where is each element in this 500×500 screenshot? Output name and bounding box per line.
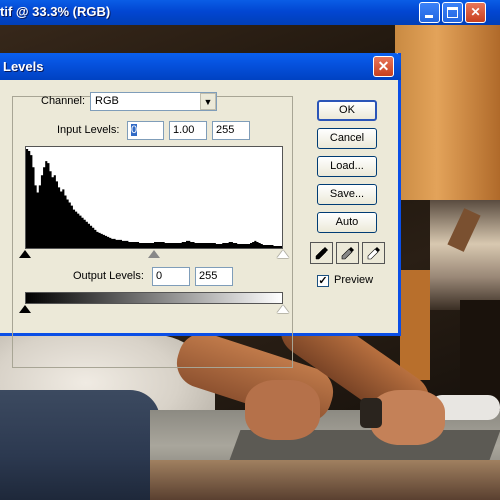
preview-label[interactable]: Preview <box>334 274 373 286</box>
output-levels-slider[interactable] <box>19 305 289 315</box>
input-white-field[interactable]: 255 <box>212 121 250 140</box>
output-levels-label: Output Levels: <box>73 270 144 282</box>
input-levels-label: Input Levels: <box>57 124 120 136</box>
input-black-field[interactable]: 0 <box>127 121 164 140</box>
white-eyedropper-button[interactable] <box>362 242 385 264</box>
cancel-button[interactable]: Cancel <box>317 128 377 149</box>
black-eyedropper-icon <box>315 247 328 260</box>
image-region <box>395 20 500 200</box>
output-white-field[interactable]: 255 <box>195 267 233 286</box>
input-black-value: 0 <box>131 124 138 136</box>
preview-checkbox[interactable]: ✓ <box>317 275 329 287</box>
input-gamma-handle[interactable] <box>148 250 160 258</box>
gray-eyedropper-button[interactable] <box>336 242 359 264</box>
document-title: tif @ 33.3% (RGB) <box>0 4 111 19</box>
output-white-value: 255 <box>199 270 218 282</box>
histogram <box>25 146 283 249</box>
auto-button[interactable]: Auto <box>317 212 377 233</box>
input-black-handle[interactable] <box>19 250 31 258</box>
input-white-handle[interactable] <box>277 250 289 258</box>
input-gamma-value: 1.00 <box>173 124 195 136</box>
maximize-icon <box>447 7 458 18</box>
output-black-value: 0 <box>156 270 163 282</box>
white-eyedropper-icon <box>367 247 380 260</box>
output-white-handle[interactable] <box>277 305 289 313</box>
output-gradient-bar <box>25 292 283 304</box>
output-black-handle[interactable] <box>19 305 31 313</box>
image-region <box>0 390 160 500</box>
image-region <box>150 460 500 500</box>
image-region <box>245 380 320 440</box>
load-button[interactable]: Load... <box>317 156 377 177</box>
close-icon: ✕ <box>470 5 481 19</box>
input-levels-slider[interactable] <box>19 250 289 260</box>
maximize-button[interactable] <box>442 2 463 23</box>
input-gamma-field[interactable]: 1.00 <box>169 121 207 140</box>
close-icon: ✕ <box>377 58 390 74</box>
close-button[interactable]: ✕ <box>465 2 486 23</box>
channel-select[interactable]: RGB ▼ <box>90 92 217 111</box>
channel-label: Channel: <box>41 95 86 107</box>
gray-eyedropper-icon <box>341 247 354 260</box>
histogram-area <box>26 149 282 248</box>
minimize-icon <box>425 15 433 18</box>
channel-value: RGB <box>95 95 119 107</box>
dialog-titlebar[interactable]: Levels ✕ <box>0 53 401 80</box>
image-region <box>360 398 382 428</box>
input-white-value: 255 <box>216 124 235 136</box>
chevron-down-icon[interactable]: ▼ <box>200 93 216 110</box>
minimize-button[interactable] <box>419 2 440 23</box>
image-region <box>400 270 430 380</box>
save-button[interactable]: Save... <box>317 184 377 205</box>
black-eyedropper-button[interactable] <box>310 242 333 264</box>
ok-button[interactable]: OK <box>317 100 377 121</box>
document-titlebar[interactable]: tif @ 33.3% (RGB) ✕ <box>0 0 500 25</box>
output-black-field[interactable]: 0 <box>152 267 190 286</box>
histogram-graph <box>26 149 282 248</box>
dialog-title: Levels <box>3 59 44 74</box>
checkmark-icon: ✓ <box>318 275 328 287</box>
levels-dialog: Levels ✕ Channel: RGB ▼ Input Levels: 0 … <box>0 53 401 368</box>
dialog-close-button[interactable]: ✕ <box>373 56 394 77</box>
